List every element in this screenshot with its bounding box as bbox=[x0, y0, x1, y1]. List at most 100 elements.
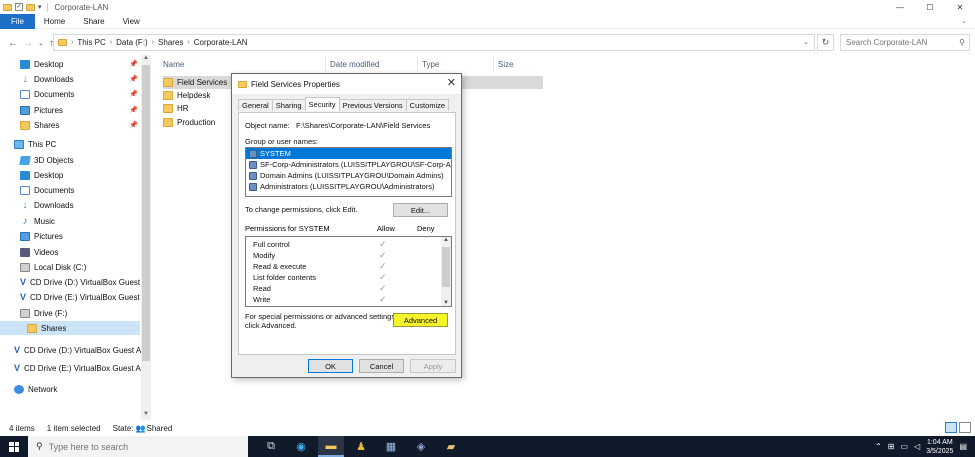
nav-item-music[interactable]: ♪ Music bbox=[20, 214, 138, 228]
nav-item-shares[interactable]: Shares 📌 bbox=[20, 118, 138, 132]
nav-item-cd-drive-e-root[interactable]: V CD Drive (E:) VirtualBox Guest Ad bbox=[14, 361, 141, 375]
search-box[interactable]: ⚲ bbox=[840, 34, 970, 51]
clock[interactable]: 1:04 AM 3/5/2025 bbox=[926, 438, 953, 456]
scrollbar-thumb[interactable] bbox=[442, 247, 450, 287]
new-folder-quick-icon[interactable] bbox=[26, 3, 35, 11]
nav-item-shares-selected[interactable]: Shares bbox=[0, 321, 140, 335]
column-header-type[interactable]: Type bbox=[422, 58, 439, 71]
column-header-name[interactable]: Name bbox=[163, 58, 184, 71]
group-policy-icon[interactable]: ▰ bbox=[438, 436, 464, 457]
tab-sharing[interactable]: Sharing bbox=[271, 99, 306, 111]
nav-item-pictures-pc[interactable]: Pictures bbox=[20, 229, 138, 243]
recent-locations-icon[interactable]: ⌄ bbox=[38, 39, 44, 47]
user-list-item-system[interactable]: SYSTEM bbox=[246, 148, 451, 159]
network-tray-icon[interactable]: ⊞ bbox=[888, 442, 895, 451]
edge-browser-icon[interactable]: ◉ bbox=[288, 436, 314, 457]
chevron-right-icon[interactable]: › bbox=[110, 39, 112, 46]
nav-item-drive-f[interactable]: Drive (F:) bbox=[20, 306, 138, 320]
scrollbar-thumb[interactable] bbox=[142, 65, 150, 361]
apply-button[interactable]: Apply bbox=[410, 359, 456, 373]
nav-pane-scrollbar[interactable]: ▲ ▼ bbox=[141, 55, 151, 420]
pin-icon[interactable]: 📌 bbox=[129, 90, 138, 98]
taskbar-search[interactable]: ⚲ bbox=[28, 436, 248, 457]
nav-item-downloads-pc[interactable]: ↓ Downloads bbox=[20, 198, 138, 212]
action-center-icon[interactable]: ▤ bbox=[959, 442, 967, 451]
user-list-item[interactable]: SF-Corp-Administrators (LUISSITPLAYGROU\… bbox=[246, 159, 451, 170]
scroll-up-icon[interactable]: ▲ bbox=[441, 237, 451, 243]
close-button[interactable]: ✕ bbox=[945, 0, 975, 14]
tab-customize[interactable]: Customize bbox=[405, 99, 450, 111]
details-view-icon[interactable] bbox=[945, 422, 957, 433]
column-header-date-modified[interactable]: Date modified bbox=[330, 58, 379, 71]
user-list[interactable]: SYSTEM SF-Corp-Administrators (LUISSITPL… bbox=[245, 147, 452, 197]
pin-icon[interactable]: 📌 bbox=[129, 121, 138, 129]
nav-item-pictures[interactable]: Pictures 📌 bbox=[20, 103, 138, 117]
address-dropdown-icon[interactable]: ⌄ bbox=[803, 38, 809, 46]
nav-item-3d-objects[interactable]: 3D Objects bbox=[19, 153, 138, 167]
pin-icon[interactable]: 📌 bbox=[129, 60, 138, 68]
back-arrow-icon[interactable]: ← bbox=[8, 38, 18, 49]
dialog-close-button[interactable]: ✕ bbox=[447, 77, 456, 89]
file-row[interactable]: HR bbox=[163, 102, 189, 115]
show-hidden-icons-icon[interactable]: ⌃ bbox=[875, 442, 882, 451]
active-directory-users-icon[interactable]: ♟ bbox=[348, 436, 374, 457]
large-icons-view-icon[interactable] bbox=[959, 422, 971, 433]
expand-ribbon-icon[interactable]: ⌄ bbox=[961, 17, 967, 25]
nav-item-network[interactable]: Network bbox=[14, 382, 138, 396]
breadcrumb-shares[interactable]: Shares bbox=[158, 38, 183, 47]
chevron-right-icon[interactable]: › bbox=[187, 39, 189, 46]
breadcrumb-corporate-lan[interactable]: Corporate-LAN bbox=[194, 38, 248, 47]
server-manager-icon[interactable]: ▦ bbox=[378, 436, 404, 457]
chevron-right-icon[interactable]: › bbox=[71, 39, 73, 46]
file-row[interactable]: Production bbox=[163, 116, 215, 129]
file-explorer-icon[interactable]: ▬ bbox=[318, 436, 344, 457]
user-list-item[interactable]: Administrators (LUISSITPLAYGROU\Administ… bbox=[246, 181, 451, 192]
nav-item-desktop[interactable]: Desktop 📌 bbox=[20, 57, 138, 71]
nav-item-cd-drive-e[interactable]: V CD Drive (E:) VirtualBox Guest A bbox=[20, 290, 140, 304]
column-divider[interactable] bbox=[325, 57, 326, 71]
tab-general[interactable]: General bbox=[238, 99, 273, 111]
forward-arrow-icon[interactable]: → bbox=[23, 38, 33, 49]
tab-view[interactable]: View bbox=[114, 14, 149, 29]
tab-previous-versions[interactable]: Previous Versions bbox=[338, 99, 407, 111]
scroll-up-icon[interactable]: ▲ bbox=[141, 55, 151, 64]
tab-security[interactable]: Security bbox=[304, 97, 340, 111]
breadcrumb-this-pc[interactable]: This PC bbox=[77, 38, 105, 47]
nav-item-videos[interactable]: Videos bbox=[20, 245, 138, 259]
pin-icon[interactable]: 📌 bbox=[129, 75, 138, 83]
permissions-scrollbar[interactable]: ▲ ▼ bbox=[441, 237, 451, 306]
file-row[interactable]: Helpdesk bbox=[163, 89, 210, 102]
nav-item-desktop-pc[interactable]: Desktop bbox=[20, 168, 138, 182]
start-button[interactable] bbox=[0, 436, 28, 457]
column-divider[interactable] bbox=[417, 57, 418, 71]
breadcrumb-data-drive[interactable]: Data (F:) bbox=[116, 38, 148, 47]
nav-item-documents[interactable]: Documents 📌 bbox=[20, 87, 138, 101]
chevron-right-icon[interactable]: › bbox=[152, 39, 154, 46]
edit-button[interactable]: Edit... bbox=[393, 203, 448, 217]
scroll-down-icon[interactable]: ▼ bbox=[441, 300, 451, 306]
permissions-list[interactable]: Full control ✓ Modify ✓ Read & execute ✓… bbox=[245, 236, 452, 307]
nav-item-this-pc[interactable]: This PC bbox=[14, 137, 138, 151]
refresh-button[interactable]: ↻ bbox=[817, 34, 834, 51]
tab-share[interactable]: Share bbox=[74, 14, 113, 29]
address-bar[interactable]: › This PC › Data (F:) › Shares › Corpora… bbox=[53, 34, 815, 51]
pin-icon[interactable]: 📌 bbox=[129, 106, 138, 114]
nav-item-local-disk-c[interactable]: Local Disk (C:) bbox=[20, 260, 138, 274]
notification-tray-icon[interactable]: ▭ bbox=[900, 442, 908, 451]
column-divider[interactable] bbox=[493, 57, 494, 71]
column-header-size[interactable]: Size bbox=[498, 58, 514, 71]
user-list-item[interactable]: Domain Admins (LUISSITPLAYGROU\Domain Ad… bbox=[246, 170, 451, 181]
task-view-icon[interactable]: ⧉ bbox=[258, 436, 284, 457]
nav-item-documents-pc[interactable]: Documents bbox=[20, 183, 138, 197]
search-input[interactable] bbox=[846, 38, 956, 47]
volume-icon[interactable]: ◁ bbox=[914, 442, 920, 451]
nav-item-downloads[interactable]: ↓ Downloads 📌 bbox=[20, 72, 139, 86]
nav-item-cd-drive-d-root[interactable]: V CD Drive (D:) VirtualBox Guest Ad bbox=[14, 343, 141, 357]
cancel-button[interactable]: Cancel bbox=[359, 359, 404, 373]
tab-file[interactable]: File bbox=[0, 13, 35, 29]
customize-toolbar-icon[interactable]: ▾ bbox=[38, 3, 42, 11]
dns-manager-icon[interactable]: ◈ bbox=[408, 436, 434, 457]
minimize-button[interactable]: — bbox=[885, 0, 915, 14]
properties-quick-icon[interactable]: ✓ bbox=[15, 3, 23, 11]
nav-item-cd-drive-d[interactable]: V CD Drive (D:) VirtualBox Guest A bbox=[20, 275, 140, 289]
